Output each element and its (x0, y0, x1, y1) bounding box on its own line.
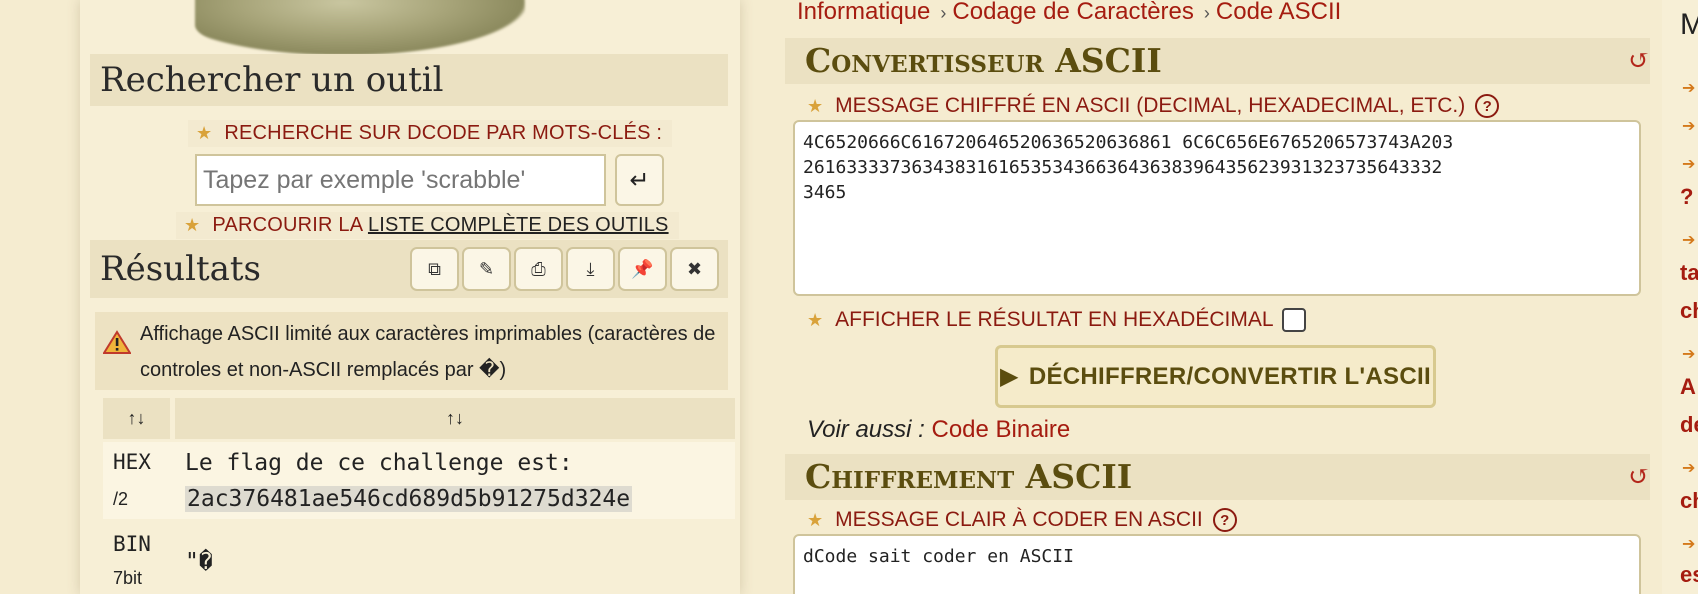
sidebar-link-text[interactable]: A (1680, 374, 1696, 400)
help-icon[interactable]: ? (1212, 508, 1237, 532)
sidebar-link-text[interactable]: ch (1680, 488, 1698, 514)
star-icon: ★ (196, 123, 213, 143)
arrow-right-icon: ➔ (1682, 118, 1696, 135)
result-text-bin: "� (185, 549, 213, 575)
enter-icon: ↵ (629, 166, 650, 194)
cipher-input-label: ★ MESSAGE CHIFFRÉ EN ASCII (DECIMAL, HEX… (807, 94, 1500, 118)
sidebar-heading: M (1680, 8, 1698, 41)
result-row-sub: 7bit (113, 568, 143, 588)
hex-output-checkbox[interactable] (1281, 308, 1306, 332)
result-text-line1: Le flag de ce challenge est: (185, 450, 573, 476)
warning-icon (103, 330, 131, 354)
breadcrumb: Informatique › Codage de Caractères › Code A… (797, 0, 1341, 26)
reset-icon[interactable]: ↺ (1628, 454, 1650, 500)
encoder-title: Chiffrement ASCII ↺ (785, 454, 1650, 500)
search-input[interactable] (195, 154, 606, 206)
arrow-right-icon: ➔ (1682, 460, 1696, 477)
sidebar-link-text[interactable]: es (1680, 562, 1698, 588)
print-icon: ⎙ (531, 258, 546, 279)
left-column: Rechercher un outil ★ RECHERCHE SUR DCOD… (80, 0, 740, 594)
sidebar-link-text[interactable]: ta (1680, 260, 1698, 286)
result-text-line2: 2ac376481ae546cd689d5b91275d324e (185, 486, 633, 512)
result-row-label: BIN (113, 532, 151, 556)
result-row-sub: /2 (113, 489, 129, 509)
arrow-right-icon: ➔ (1682, 232, 1696, 249)
result-row-label: HEX (113, 450, 151, 474)
play-icon: ▶ (1000, 363, 1019, 390)
edit-icon: ✎ (478, 258, 495, 279)
browse-tools-row: ★ PARCOURIR LA LISTE COMPLÈTE DES OUTILS (176, 212, 679, 239)
arrow-right-icon: ➔ (1682, 80, 1696, 97)
sort-header-label[interactable]: ↑↓ (103, 398, 170, 439)
pin-icon: 📌 (631, 258, 654, 279)
breadcrumb-item[interactable]: Codage de Caractères (952, 0, 1193, 25)
download-button[interactable]: ⤓ (566, 247, 615, 291)
breadcrumb-item[interactable]: Code ASCII (1216, 0, 1341, 25)
edit-button[interactable]: ✎ (462, 247, 511, 291)
arrow-right-icon: ➔ (1682, 156, 1696, 173)
reset-icon[interactable]: ↺ (1628, 38, 1650, 84)
sort-header-value[interactable]: ↑↓ (175, 398, 735, 439)
ascii-warning: Affichage ASCII limité aux caractères im… (95, 312, 728, 390)
arrow-right-icon: ➔ (1682, 346, 1696, 363)
see-also-link[interactable]: Code Binaire (932, 416, 1071, 443)
copy-icon: ⧉ (428, 258, 441, 279)
hex-output-option: ★ AFFICHER LE RÉSULTAT EN HEXADÉCIMAL (807, 308, 1306, 332)
chevron-right-icon: › (1203, 3, 1210, 23)
browse-tools-link[interactable]: LISTE COMPLÈTE DES OUTILS (368, 214, 669, 237)
copy-button[interactable]: ⧉ (410, 247, 459, 291)
search-submit-button[interactable]: ↵ (615, 154, 664, 206)
close-button[interactable]: ✖ (670, 247, 719, 291)
right-sidebar: M ➔ ➔ ➔ ? ➔ ta ch ➔ A de ➔ ch ➔ es (1662, 0, 1698, 594)
close-icon: ✖ (686, 258, 703, 279)
chevron-right-icon: › (940, 3, 947, 23)
sidebar-link-text[interactable]: ? (1680, 184, 1693, 210)
star-icon: ★ (184, 215, 201, 235)
sidebar-link-text[interactable]: de (1680, 412, 1698, 438)
keyword-search-label: ★ RECHERCHE SUR DCODE PAR MOTS-CLÉS : (188, 120, 673, 147)
converter-title: Convertisseur ASCII ↺ (785, 38, 1650, 84)
star-icon: ★ (807, 509, 824, 530)
download-icon: ⤓ (586, 258, 595, 279)
help-icon[interactable]: ? (1475, 94, 1500, 118)
star-icon: ★ (807, 95, 824, 116)
sidebar-link-text[interactable]: ch (1680, 298, 1698, 324)
arrow-right-icon: ➔ (1682, 536, 1696, 553)
star-icon: ★ (807, 309, 824, 330)
pin-button[interactable]: 📌 (618, 247, 667, 291)
tool-panel: Informatique › Codage de Caractères › Code A… (785, 0, 1650, 594)
breadcrumb-item[interactable]: Informatique (797, 0, 930, 25)
header-decor-image (195, 0, 525, 55)
plain-input-label: ★ MESSAGE CLAIR À CODER EN ASCII ? (807, 508, 1237, 532)
ascii-plain-textarea[interactable]: dCode sait coder en ASCII (793, 534, 1641, 594)
ascii-cipher-textarea[interactable]: 4C6520666C616720646520636520636861 6C6C6… (793, 120, 1641, 296)
decrypt-convert-button[interactable]: ▶ DÉCHIFFRER/CONVERTIR L'ASCII (995, 345, 1436, 408)
see-also: Voir aussi : Code Binaire (807, 416, 1071, 443)
print-button[interactable]: ⎙ (514, 247, 563, 291)
search-section-title: Rechercher un outil (90, 54, 728, 106)
